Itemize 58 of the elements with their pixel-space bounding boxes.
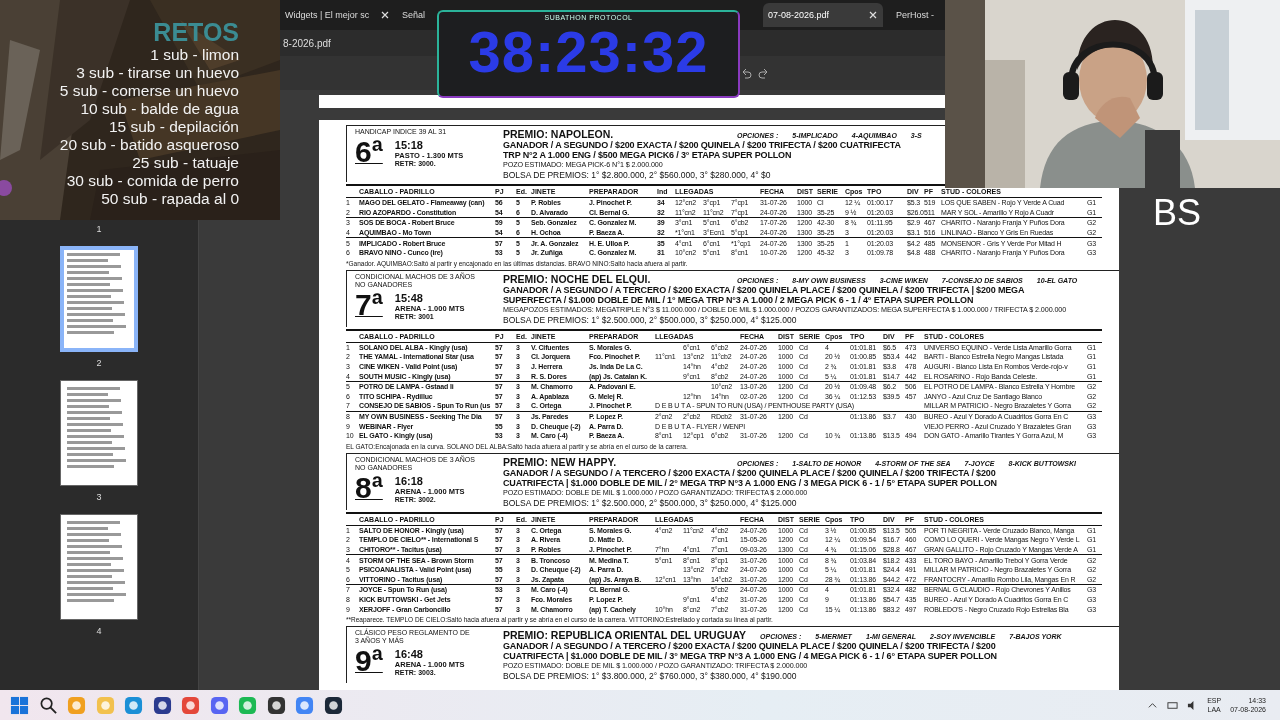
challenge-item: 30 sub - comida de perro — [66, 172, 239, 190]
overlay-text: BS — [1153, 192, 1202, 234]
browser-tab[interactable]: Widgets | El mejor sc — [280, 3, 395, 27]
race-prize: PREMIO: NEW HAPPY. — [503, 455, 618, 468]
challenges-title: RETOS — [153, 18, 239, 46]
app-icon[interactable] — [266, 695, 286, 715]
race-number: 7ª — [355, 288, 383, 321]
race-time: 15:48 — [394, 291, 424, 304]
challenge-item: 1 sub - limon — [150, 46, 239, 64]
race-time: 15:18 — [394, 139, 424, 151]
race-number: 8ª — [355, 471, 383, 504]
challenge-item: 20 sub - batido asqueroso — [59, 136, 239, 154]
browser-tab[interactable]: Señal — [397, 3, 437, 27]
timer-value: 38:23:32 — [468, 21, 709, 83]
page-number: 3 — [96, 492, 102, 502]
challenge-item: 5 sub - comerse un huevo — [59, 82, 239, 100]
purse-text: BOLSA DE PREMIOS: 1° $3.800.000, 2° $760.000, 3° $380.000, 4° $190.000 — [503, 670, 798, 681]
challenge-item: 3 sub - tirarse un huevo — [76, 64, 239, 82]
windows-icon[interactable] — [10, 695, 29, 715]
page-number: 1 — [96, 224, 102, 234]
search-icon[interactable] — [38, 695, 58, 715]
page-number: 2 — [96, 358, 102, 368]
challenge-item: 25 sub - tatuaje — [132, 154, 239, 172]
bet-line: TRP N°2 A 1.000 ENG / $500 MEGA PICK6 / 3° ETAPA SUPER POLLON — [503, 150, 793, 160]
network-icon[interactable] — [1167, 699, 1179, 711]
bet-line: GANADOR / A SEGUNDO / A TERCERO / $200 EXACTA / $200 QUINELA PLACE / $200 QUINELA / $200 TRIFECTA / $200 — [503, 640, 997, 651]
bet-line: CUATRIFECTA | $1.000 DOBLE DE MIL / 2° MEGA TRP N°3 A 1.000 ENG / 3 MEGA PICK 6 - 1 / 5° ETAPA SUPER POLLON — [503, 477, 998, 488]
undo-icon[interactable] — [740, 67, 752, 79]
race-number: 6ª — [355, 136, 383, 168]
purse-text: BOLSA DE PREMIOS: 1° $2.500.000, 2° $500.000, 3° $250.000, 4° $125.000 — [503, 314, 798, 325]
bet-line: GANADOR / A SEGUNDO / $200 EXACTA / $200 QUINELA / $200 TRIFECTA / $200 CUATRIFECTA — [503, 140, 902, 150]
page-number: 4 — [96, 626, 102, 636]
race-prize: PREMIO: NOCHE DEL ELQUI. — [503, 272, 652, 285]
close-icon[interactable] — [869, 11, 877, 19]
race-time: 16:48 — [394, 647, 424, 660]
bet-line: GANADOR / A SEGUNDO / A TERCERO / $200 EXACTA / $200 QUINELA PLACE / $200 QUINELA / $200 TRIFECTA / $200 — [503, 467, 997, 478]
page-thumbnail[interactable] — [60, 514, 138, 620]
race-prize: PREMIO: NAPOLEON. — [503, 128, 615, 140]
app-icon[interactable] — [152, 695, 172, 715]
redo-icon[interactable] — [758, 67, 770, 79]
race-number: 9ª — [355, 644, 383, 677]
close-icon[interactable] — [381, 11, 389, 19]
browser-tab[interactable]: 07-08-2026.pdf — [763, 3, 883, 27]
challenge-item: 10 sub - balde de agua — [80, 100, 239, 118]
race-time: 16:18 — [394, 474, 424, 487]
bet-line: GANADOR / A SEGUNDO / A TERCERO / $200 EXACTA / $200 QUINELA PLACE / $200 QUINELA / $200 TRIFECTA | $200 MEGA — [503, 284, 1026, 295]
challenge-item: 15 sub - depilación — [108, 118, 239, 136]
purse-text: BOLSA DE PREMIOS: 1° $2.500.000, 2° $500.000, 3° $250.000, 4° $125.000 — [503, 497, 798, 508]
app-icon[interactable] — [323, 695, 343, 715]
race-prize: PREMIO: REPUBLICA ORIENTAL DEL URUGUAY — [503, 628, 747, 641]
purse-text: BOLSA DE PREMIOS: 1° $2.800.000, 2° $560.000, 3° $280.000, 4° $0 — [503, 170, 772, 180]
bet-line: SUPERFECTA / $1.000 DOBLE DE MIL / 1° MEGA TRP N°3 A 1.000 / 2 MEGA PICK 6 - 1 / 4° ETAPA SUPER POLLON — [503, 294, 975, 305]
page-thumbnail[interactable] — [60, 246, 138, 352]
page-thumbnail[interactable] — [60, 380, 138, 486]
challenge-item: 50 sub - rapada al 0 — [101, 190, 239, 208]
bet-line: CUATRIFECTA | $1.000 DOBLE DE MIL / 3° MEGA TRP N°3 A 1.000 ENG / 4 MEGA PICK 6 - 1 / 6° ETAPA SUPER POLLON — [503, 650, 998, 661]
address-field[interactable]: 8-2026.pdf — [283, 37, 331, 49]
browser-tab[interactable]: PerHost - — [891, 3, 943, 27]
